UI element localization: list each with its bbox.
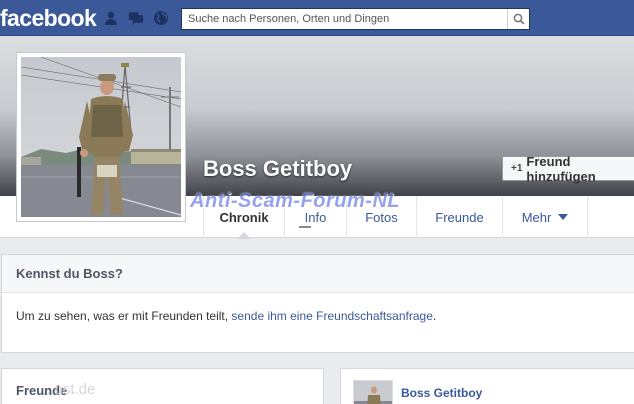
post-box: Boss Getitboy (340, 368, 634, 404)
profile-photo-image (21, 57, 181, 217)
know-person-box: Kennst du Boss? Um zu sehen, was er mit … (1, 254, 634, 353)
watermark-text-2: ...ust.de (42, 381, 96, 398)
search-input[interactable] (182, 9, 507, 29)
chevron-down-icon (558, 214, 569, 220)
search-bar (181, 8, 530, 30)
search-icon (513, 13, 525, 25)
watermark-text: Anti-Scam-Forum-NL (190, 190, 401, 212)
notifications-globe-icon[interactable] (153, 10, 169, 26)
top-bar: facebook (0, 0, 634, 36)
messages-icon[interactable] (128, 10, 144, 26)
add-friend-button[interactable]: +1 Freund hinzufügen (502, 153, 634, 184)
tab-mehr[interactable]: Mehr (502, 196, 588, 238)
know-person-title: Kennst du Boss? (2, 255, 634, 293)
profile-name[interactable]: Boss Getitboy (203, 156, 352, 182)
avatar[interactable] (353, 380, 393, 404)
tab-info-indicator (299, 226, 311, 228)
profile-picture[interactable] (16, 52, 186, 222)
friends-box: Freunde · ...ust.de (1, 368, 324, 404)
add-friend-label: Freund hinzufügen (526, 153, 596, 184)
add-friend-icon: +1 (511, 163, 523, 174)
know-person-text: Um zu sehen, was er mit Freunden teilt, … (16, 309, 437, 323)
tab-freunde[interactable]: Freunde (416, 196, 502, 238)
search-button[interactable] (507, 9, 529, 29)
facebook-logo[interactable]: facebook (0, 5, 97, 32)
send-friend-request-link[interactable]: sende ihm eine Freundschaftsanfrage (231, 309, 432, 323)
friend-requests-icon[interactable] (103, 10, 119, 26)
post-author-name[interactable]: Boss Getitboy (401, 386, 482, 400)
